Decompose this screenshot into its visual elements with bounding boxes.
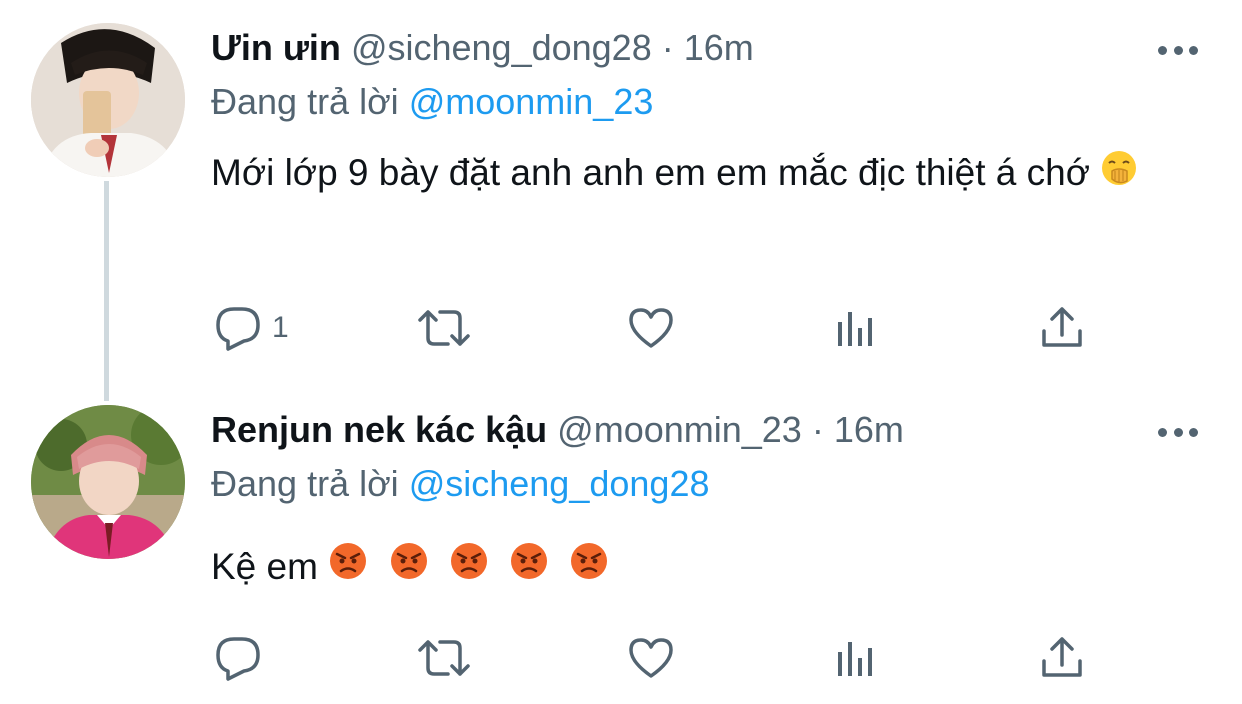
share-icon	[1042, 637, 1082, 677]
analytics-icon	[838, 312, 872, 346]
share-button[interactable]	[1040, 628, 1084, 688]
reply-button[interactable]: 1	[214, 298, 289, 358]
user-handle[interactable]: @moonmin_23	[557, 409, 802, 450]
retweet-icon	[418, 310, 470, 346]
analytics-button[interactable]	[836, 628, 876, 688]
replying-prefix: Đang trả lời	[211, 463, 399, 504]
replying-to: Đang trả lời @moonmin_23	[211, 78, 653, 126]
avatar[interactable]	[31, 23, 185, 177]
retweet-icon	[418, 640, 470, 676]
replying-to: Đang trả lời @sicheng_dong28	[211, 460, 709, 508]
tweet-header: Ưin ưin @sicheng_dong28 · 16m	[211, 24, 754, 72]
face-with-hand-over-mouth-icon	[1100, 143, 1138, 207]
mention-link[interactable]: @sicheng_dong28	[409, 463, 710, 504]
display-name[interactable]: Ưin ưin	[211, 27, 341, 68]
separator-dot: ·	[811, 409, 824, 450]
more-options-icon[interactable]	[1158, 422, 1198, 442]
display-name[interactable]: Renjun nek kác kậu	[211, 409, 547, 450]
share-button[interactable]	[1040, 298, 1084, 358]
reply-count: 1	[272, 311, 289, 344]
timestamp[interactable]: 16m	[684, 27, 754, 68]
retweet-button[interactable]	[416, 298, 472, 358]
user-handle[interactable]: @sicheng_dong28	[351, 27, 652, 68]
like-button[interactable]	[627, 628, 675, 688]
tweet-actions	[0, 628, 1242, 688]
timestamp[interactable]: 16m	[834, 409, 904, 450]
tweet-actions: 1	[0, 298, 1242, 358]
pouting-face-icon	[328, 537, 368, 601]
tweet[interactable]: Renjun nek kác kậu @moonmin_23 · 16m Đan…	[0, 380, 1242, 704]
pouting-face-icon	[449, 537, 489, 601]
tweet[interactable]: Ưin ưin @sicheng_dong28 · 16m Đang trả l…	[0, 0, 1242, 380]
tweet-text: Mới lớp 9 bày đặt anh anh em em mắc địc …	[211, 141, 1201, 207]
heart-icon	[629, 638, 673, 678]
more-options-icon[interactable]	[1158, 40, 1198, 60]
mention-link[interactable]: @moonmin_23	[409, 81, 654, 122]
retweet-button[interactable]	[416, 628, 472, 688]
tweet-text-content: Mới lớp 9 bày đặt anh anh em em mắc địc …	[211, 152, 1090, 193]
pouting-face-icon	[389, 537, 429, 601]
analytics-icon	[838, 642, 872, 676]
separator-dot: ·	[661, 27, 674, 68]
avatar[interactable]	[31, 405, 185, 559]
tweet-text: Kệ em	[211, 535, 1201, 601]
pouting-face-icon	[569, 537, 609, 601]
tweet-header: Renjun nek kác kậu @moonmin_23 · 16m	[211, 406, 904, 454]
replying-prefix: Đang trả lời	[211, 81, 399, 122]
reply-icon	[216, 307, 260, 351]
heart-icon	[629, 308, 673, 348]
like-button[interactable]	[627, 298, 675, 358]
reply-icon	[216, 637, 260, 681]
share-icon	[1042, 307, 1082, 347]
analytics-button[interactable]	[836, 298, 876, 358]
pouting-face-icon	[509, 537, 549, 601]
tweet-text-content: Kệ em	[211, 546, 318, 587]
reply-button[interactable]	[214, 628, 272, 688]
